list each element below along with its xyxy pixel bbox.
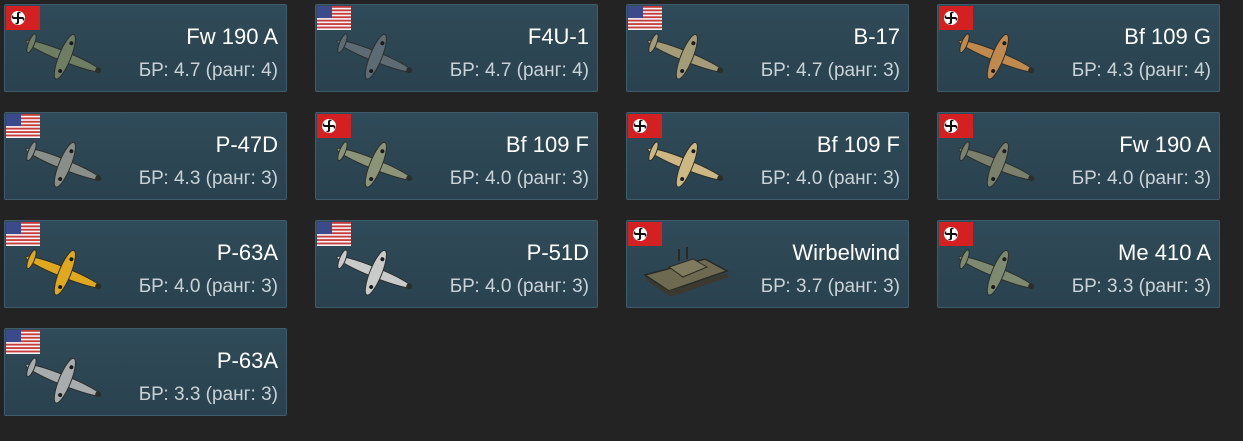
vehicle-card[interactable]: Bf 109 F БР: 4.0 (ранг: 3) — [315, 112, 598, 200]
bf109f-desert-plane-icon — [635, 129, 735, 199]
vehicle-card[interactable]: P-47D БР: 4.3 (ранг: 3) — [4, 112, 287, 200]
vehicle-name: Fw 190 A — [186, 24, 278, 49]
vehicle-battle-rating: БР: 4.0 (ранг: 3) — [449, 168, 589, 189]
vehicle-card[interactable]: B-17 БР: 4.7 (ранг: 3) — [626, 4, 909, 92]
vehicle-name: Bf 109 G — [1124, 24, 1211, 49]
vehicle-card[interactable]: Fw 190 A БР: 4.0 (ранг: 3) — [937, 112, 1220, 200]
vehicle-card[interactable]: P-63A БР: 3.3 (ранг: 3) — [4, 328, 287, 416]
vehicle-name: Wirbelwind — [792, 240, 900, 265]
me410-plane-icon — [946, 237, 1046, 307]
vehicle-card[interactable]: Me 410 A БР: 3.3 (ранг: 3) — [937, 220, 1220, 308]
vehicle-battle-rating: БР: 3.3 (ранг: 3) — [138, 384, 278, 405]
vehicle-name: Fw 190 A — [1119, 132, 1211, 157]
bf109f-plane-icon — [324, 129, 424, 199]
vehicle-card[interactable]: Wirbelwind БР: 3.7 (ранг: 3) — [626, 220, 909, 308]
p63-yellow-plane-icon — [13, 237, 113, 307]
p47-plane-icon — [13, 129, 113, 199]
vehicle-name: P-63A — [216, 240, 278, 265]
vehicle-card[interactable]: P-51D БР: 4.0 (ранг: 3) — [315, 220, 598, 308]
vehicle-battle-rating: БР: 4.7 (ранг: 3) — [760, 60, 900, 81]
vehicle-battle-rating: БР: 4.7 (ранг: 4) — [138, 60, 278, 81]
vehicle-battle-rating: БР: 4.7 (ранг: 4) — [449, 60, 589, 81]
vehicle-battle-rating: БР: 4.0 (ранг: 3) — [1071, 168, 1211, 189]
fw190-plane-icon — [13, 21, 113, 91]
vehicle-card[interactable]: Fw 190 A БР: 4.7 (ранг: 4) — [4, 4, 287, 92]
vehicle-name: Bf 109 F — [816, 132, 900, 157]
vehicle-battle-rating: БР: 4.0 (ранг: 3) — [760, 168, 900, 189]
vehicle-battle-rating: БР: 4.0 (ранг: 3) — [138, 276, 278, 297]
vehicle-name: P-51D — [526, 240, 589, 265]
vehicle-card[interactable]: Bf 109 G БР: 4.3 (ранг: 4) — [937, 4, 1220, 92]
bf109g-plane-icon — [946, 21, 1046, 91]
vehicle-battle-rating: БР: 4.0 (ранг: 3) — [449, 276, 589, 297]
fw190-plane-icon — [946, 129, 1046, 199]
vehicle-card[interactable]: F4U-1 БР: 4.7 (ранг: 4) — [315, 4, 598, 92]
p63-plane-icon — [13, 345, 113, 415]
vehicle-battle-rating: БР: 3.7 (ранг: 3) — [760, 276, 900, 297]
vehicle-name: Bf 109 F — [505, 132, 589, 157]
vehicle-battle-rating: БР: 4.3 (ранг: 3) — [138, 168, 278, 189]
wirbelwind-tank-icon — [635, 237, 735, 307]
vehicle-name: P-47D — [215, 132, 278, 157]
vehicle-card[interactable]: P-63A БР: 4.0 (ранг: 3) — [4, 220, 287, 308]
vehicle-card[interactable]: Bf 109 F БР: 4.0 (ранг: 3) — [626, 112, 909, 200]
p51-plane-icon — [324, 237, 424, 307]
vehicle-name: B-17 — [853, 24, 900, 49]
f4u-plane-icon — [324, 21, 424, 91]
vehicle-name: P-63A — [216, 348, 278, 373]
vehicle-name: Me 410 A — [1118, 240, 1211, 265]
b17-bomber-icon — [635, 21, 735, 91]
vehicle-name: F4U-1 — [527, 24, 589, 49]
vehicle-battle-rating: БР: 3.3 (ранг: 3) — [1071, 276, 1211, 297]
vehicle-battle-rating: БР: 4.3 (ранг: 4) — [1071, 60, 1211, 81]
